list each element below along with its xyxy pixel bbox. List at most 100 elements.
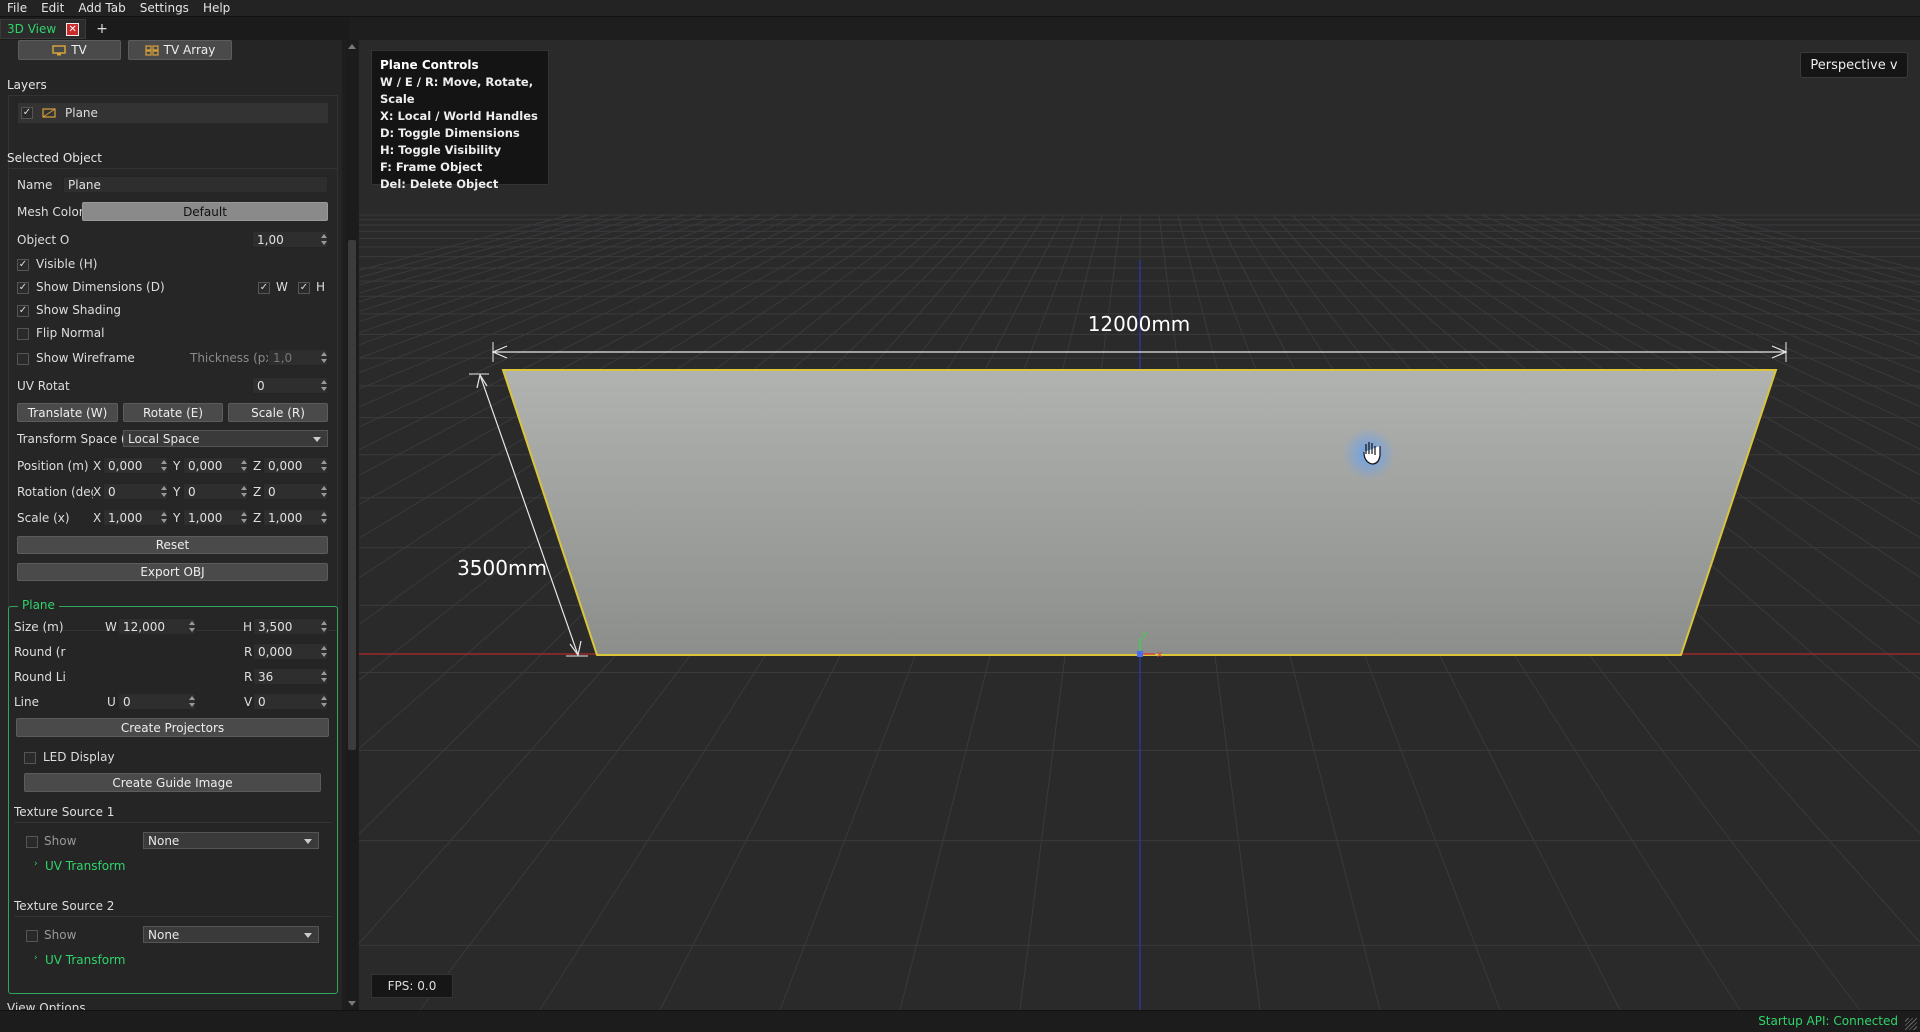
menu-help[interactable]: Help: [196, 1, 237, 15]
plane-width-input[interactable]: 12,000: [118, 618, 196, 635]
plane-controls-overlay: Plane Controls W / E / R: Move, Rotate, …: [371, 50, 549, 191]
tab-3d-view[interactable]: 3D View ✕: [0, 19, 87, 39]
spin-arrows-icon[interactable]: [320, 484, 328, 499]
scale-button[interactable]: Scale (R): [228, 403, 328, 422]
texture1-uv-transform-toggle[interactable]: › UV Transform: [34, 859, 154, 875]
spin-arrows-icon[interactable]: [320, 619, 328, 634]
spin-arrows-icon[interactable]: [188, 694, 196, 709]
thickness-input[interactable]: 1,0: [268, 349, 328, 366]
sidebar-scrollbar[interactable]: [346, 40, 358, 1010]
spin-arrows-icon[interactable]: [240, 484, 248, 499]
rotation-x-value: 0: [108, 484, 116, 499]
spin-arrows-icon[interactable]: [160, 458, 168, 473]
texture2-uv-transform-toggle[interactable]: › UV Transform: [34, 953, 154, 969]
round-limit-input[interactable]: 36: [253, 668, 328, 685]
overlay-line: X: Local / World Handles: [380, 109, 538, 123]
dim-h-checkbox[interactable]: ✓: [298, 282, 310, 294]
spin-arrows-icon[interactable]: [240, 510, 248, 525]
texture2-show-label: Show: [44, 928, 77, 942]
3d-viewport[interactable]: 12000mm 3500mm y x: [359, 40, 1920, 1010]
spin-arrows-icon[interactable]: [320, 510, 328, 525]
scale-z-input[interactable]: 1,000: [263, 509, 328, 526]
rotation-y-input[interactable]: 0: [183, 483, 248, 500]
axis-y-label: Y: [173, 485, 181, 499]
scrollbar-thumb[interactable]: [348, 240, 356, 750]
scroll-down-icon[interactable]: [348, 1001, 356, 1006]
mesh-color-button[interactable]: Default: [82, 202, 328, 221]
position-y-input[interactable]: 0,000: [183, 457, 248, 474]
show-shading-label: Show Shading: [36, 303, 121, 317]
scale-x-input[interactable]: 1,000: [103, 509, 168, 526]
viewport-scene: 12000mm 3500mm y x: [359, 214, 1920, 1010]
width-dimension-text: 12000mm: [1088, 312, 1191, 336]
texture2-source-value: None: [148, 927, 180, 942]
name-input[interactable]: Plane: [63, 176, 328, 193]
add-tv-array-button[interactable]: TV Array: [128, 40, 232, 60]
spin-arrows-icon[interactable]: [320, 644, 328, 659]
menu-file[interactable]: File: [0, 1, 34, 15]
translate-button[interactable]: Translate (W): [17, 403, 118, 422]
menu-bar: File Edit Add Tab Settings Help: [0, 0, 1920, 17]
reset-button[interactable]: Reset: [17, 536, 328, 554]
spin-arrows-icon[interactable]: [320, 669, 328, 684]
scroll-up-icon[interactable]: [348, 44, 356, 49]
tv-label: TV: [71, 43, 87, 57]
show-shading-checkbox[interactable]: ✓: [17, 305, 29, 317]
opacity-input[interactable]: 1,00: [252, 231, 328, 248]
spin-arrows-icon[interactable]: [320, 378, 328, 393]
menu-settings[interactable]: Settings: [133, 1, 196, 15]
close-icon[interactable]: ✕: [66, 22, 80, 36]
show-wireframe-checkbox[interactable]: [17, 353, 29, 365]
visible-checkbox[interactable]: ✓: [17, 259, 29, 271]
texture2-show-checkbox[interactable]: [26, 930, 38, 942]
resize-grip-icon[interactable]: [1905, 1018, 1917, 1030]
create-guide-image-button[interactable]: Create Guide Image: [24, 773, 321, 792]
spin-arrows-icon[interactable]: [160, 510, 168, 525]
overlay-line: H: Toggle Visibility: [380, 143, 502, 157]
texture1-show-checkbox[interactable]: [26, 836, 38, 848]
transform-space-select[interactable]: Local Space: [123, 430, 328, 447]
spin-arrows-icon[interactable]: [320, 350, 328, 365]
menu-edit[interactable]: Edit: [34, 1, 71, 15]
rotation-y-value: 0: [188, 484, 196, 499]
spin-arrows-icon[interactable]: [320, 694, 328, 709]
camera-mode-button[interactable]: Perspective v: [1800, 52, 1908, 78]
rotate-button[interactable]: Rotate (E): [123, 403, 223, 422]
uv-rotation-input[interactable]: 0: [252, 377, 328, 394]
rotation-z-input[interactable]: 0: [263, 483, 328, 500]
round-radius-input[interactable]: 0,000: [253, 643, 328, 660]
height-dimension-text: 3500mm: [457, 556, 547, 580]
led-display-checkbox[interactable]: [24, 752, 36, 764]
spin-arrows-icon[interactable]: [320, 232, 328, 247]
menu-add-tab[interactable]: Add Tab: [71, 1, 132, 15]
spin-arrows-icon[interactable]: [160, 484, 168, 499]
add-tv-button[interactable]: TV: [18, 40, 121, 60]
plane-height-input[interactable]: 3,500: [253, 618, 328, 635]
uv-rotation-label: UV Rotat: [17, 379, 70, 393]
texture1-source-select[interactable]: None: [143, 832, 319, 849]
line-u-input[interactable]: 0: [118, 693, 196, 710]
transform-space-value: Local Space: [128, 431, 200, 446]
plane-mesh[interactable]: [501, 369, 1778, 656]
dim-w-checkbox[interactable]: ✓: [258, 282, 270, 294]
position-z-input[interactable]: 0,000: [263, 457, 328, 474]
create-projectors-button[interactable]: Create Projectors: [16, 718, 329, 737]
position-x-input[interactable]: 0,000: [103, 457, 168, 474]
axis-y-label: Y: [173, 511, 181, 525]
layer-visible-checkbox[interactable]: ✓: [21, 107, 33, 119]
show-dimensions-checkbox[interactable]: ✓: [17, 282, 29, 294]
spin-arrows-icon[interactable]: [240, 458, 248, 473]
axis-x-label: X: [93, 459, 102, 473]
spin-arrows-icon[interactable]: [188, 619, 196, 634]
layer-item-plane[interactable]: ✓ Plane: [18, 103, 328, 123]
round-r-label: R: [244, 645, 253, 659]
export-obj-button[interactable]: Export OBJ: [17, 563, 328, 581]
spin-arrows-icon[interactable]: [320, 458, 328, 473]
rotation-x-input[interactable]: 0: [103, 483, 168, 500]
flip-normal-checkbox[interactable]: [17, 328, 29, 340]
line-u-value: 0: [123, 694, 131, 709]
scale-y-input[interactable]: 1,000: [183, 509, 248, 526]
add-tab-button[interactable]: +: [96, 21, 108, 37]
line-v-input[interactable]: 0: [253, 693, 328, 710]
texture2-source-select[interactable]: None: [143, 926, 319, 943]
